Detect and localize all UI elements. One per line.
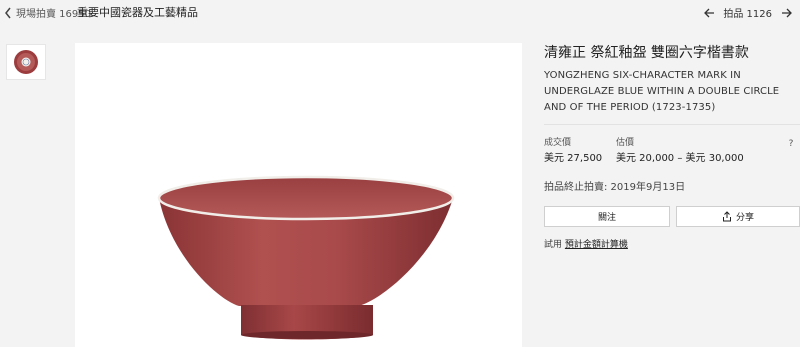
chevron-left-icon[interactable]	[2, 5, 14, 21]
estimate-label: 估價	[616, 138, 635, 148]
lot-thumbnail[interactable]	[6, 44, 46, 80]
share-button-label: 分享	[735, 213, 754, 223]
calculator-link[interactable]: 預計金額計算機	[565, 240, 628, 250]
share-button[interactable]: 分享	[676, 206, 800, 227]
lot-navigation: 拍品 1126	[703, 5, 792, 20]
estimate-calculator: 試用 預計金額計算機	[544, 237, 628, 250]
calculator-prefix: 試用	[544, 240, 563, 250]
lot-title-english: YONGZHENG SIX-CHARACTER MARK IN UNDERGLA…	[544, 70, 780, 113]
estimate-value: 美元 20,000 – 美元 30,000	[616, 153, 744, 164]
lot-title-chinese: 清雍正 祭紅釉盌 雙圈六字楷書款	[544, 45, 749, 61]
lot-main-image[interactable]	[75, 43, 522, 347]
sold-price-value: 美元 27,500	[544, 153, 603, 164]
arrow-left-icon[interactable]	[703, 6, 715, 20]
divider	[544, 124, 800, 125]
sold-price-label: 成交價	[544, 138, 572, 148]
top-bar: 現場拍賣 16950 重要中國瓷器及工藝精品 拍品 1126	[0, 0, 800, 26]
share-icon	[722, 211, 732, 222]
follow-button[interactable]: 關注	[544, 206, 670, 227]
follow-button-label: 關注	[597, 213, 616, 223]
lot-details: 清雍正 祭紅釉盌 雙圈六字楷書款 YONGZHENG SIX-CHARACTER…	[544, 44, 800, 116]
arrow-right-icon[interactable]	[780, 6, 792, 20]
auction-end-date: 拍品終止拍賣: 2019年9月13日	[544, 182, 686, 193]
estimate: 估價 美元 20,000 – 美元 30,000	[616, 137, 744, 166]
lot-number: 拍品 1126	[723, 9, 772, 20]
sale-title[interactable]: 重要中國瓷器及工藝精品	[77, 4, 198, 20]
help-icon[interactable]: ?	[786, 139, 796, 151]
sold-price: 成交價 美元 27,500	[544, 137, 602, 166]
bowl-image	[157, 175, 455, 340]
bowl-thumbnail-image	[14, 50, 38, 74]
